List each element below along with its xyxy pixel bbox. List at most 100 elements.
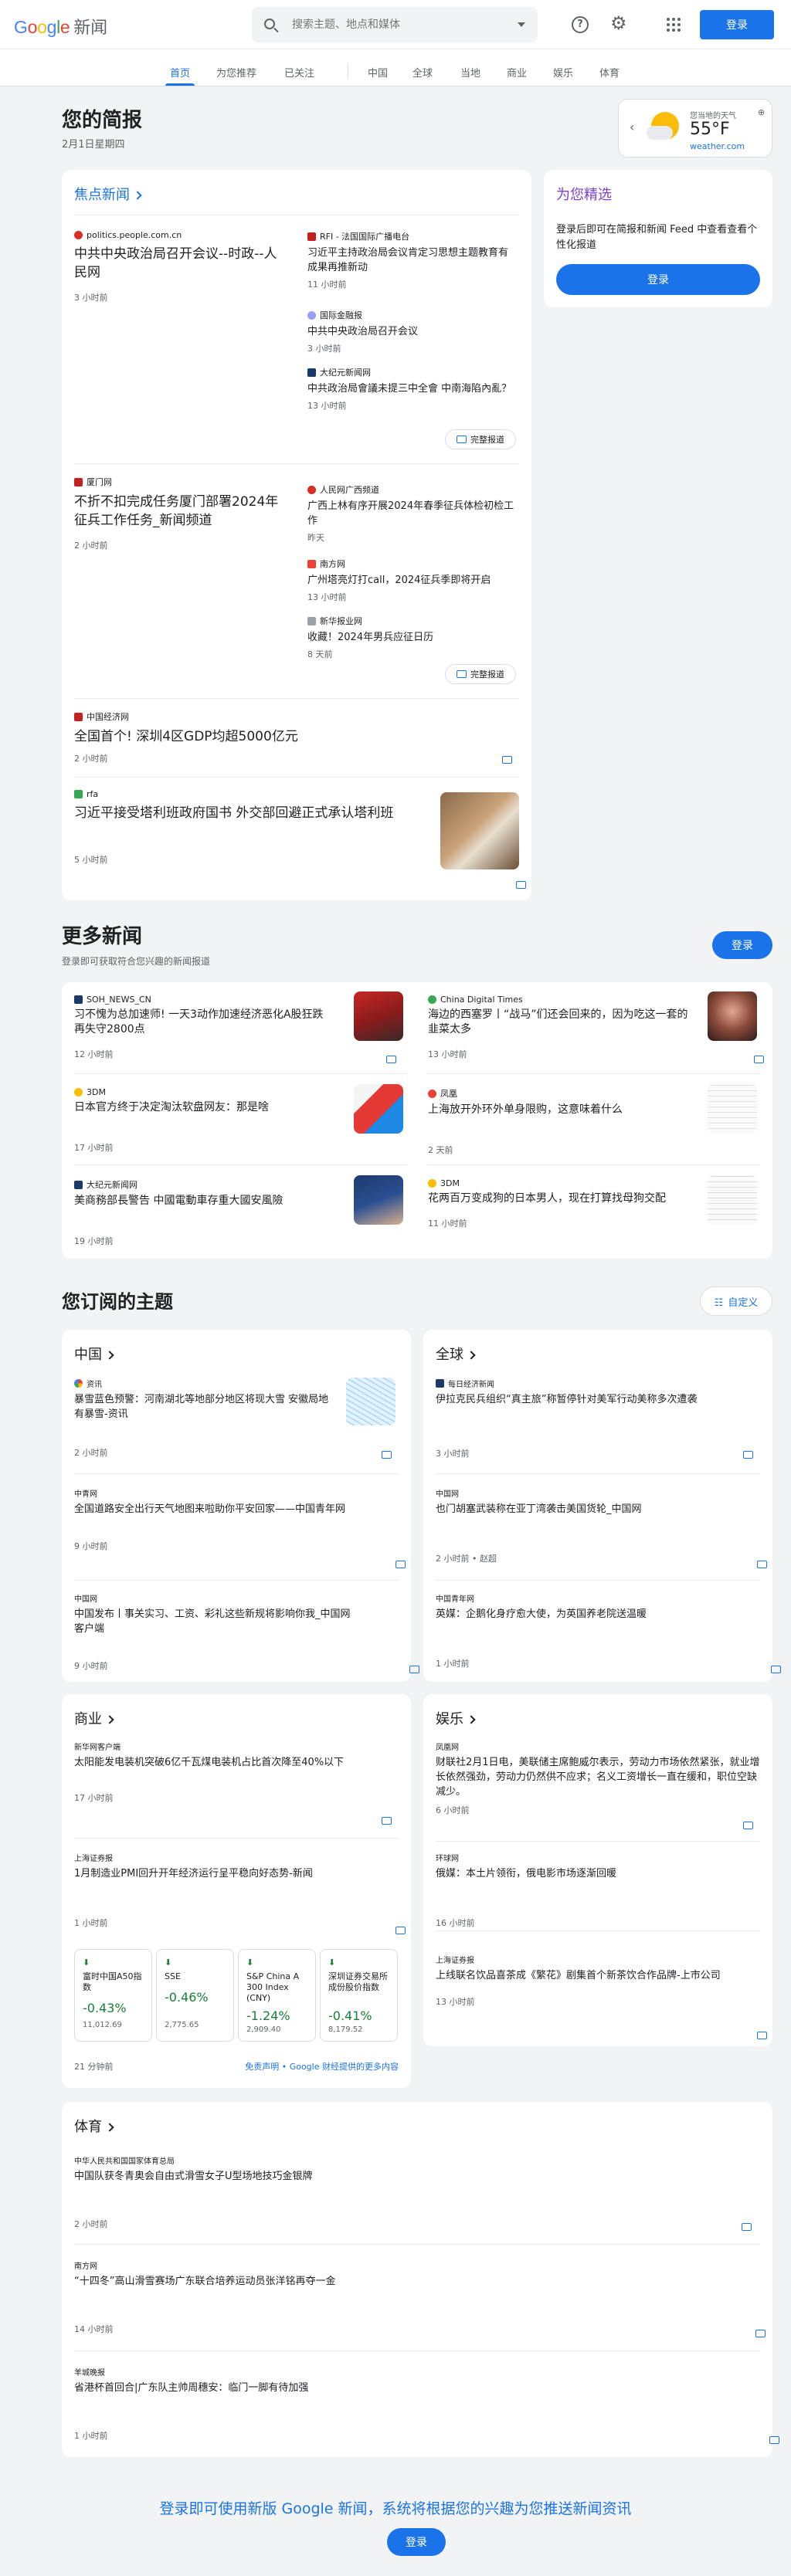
full-coverage-icon[interactable] [755,2330,766,2337]
story-main[interactable]: politics.people.com.cn 中共中央政治局召开会议--时政--… [74,230,283,303]
headline[interactable]: 暴雪蓝色预警：河南湖北等地部分地区将现大雪 安徽局地有暴雪-资讯 [74,1392,329,1422]
full-coverage-icon[interactable] [743,1451,753,1459]
tab-entertainment[interactable]: 娱乐 [553,65,573,80]
list-item[interactable]: 每日经济新闻 伊拉克民兵组织“真主旅”称暂停针对美军行动美称多次遭袭 3 小时前 [436,1378,760,1459]
full-coverage-icon[interactable] [409,1666,420,1673]
list-item[interactable]: 新华网客户端 太阳能发电装机突破6亿千瓦煤电装机占比首次降至40%以下 17 小… [74,1740,399,1804]
list-item[interactable]: 中国网 中国发布丨事关实习、工资、彩礼这些新规将影响你我_中国网客户端 9 小时… [74,1592,352,1672]
footer-login-button[interactable]: 登录 [387,2528,446,2556]
full-coverage-icon[interactable] [396,1561,406,1568]
list-item[interactable]: 中华人民共和国国家体育总局 中国队获冬青奥会自由式滑雪女子U型场地技巧金银牌 2… [74,2154,738,2230]
list-item[interactable]: 凤凰 上海放开外环外单身限购，这意味着什么 2 天前 [428,1087,691,1156]
full-coverage-icon[interactable] [386,1056,396,1063]
headline[interactable]: 习近平接受塔利班政府国书 外交部回避正式承认塔利班 [74,804,414,822]
list-item[interactable]: 环球网 俄媒：本土片领衔，俄电影市场逐渐回暖 16 小时前 [436,1852,760,1929]
gear-icon[interactable]: ⚙ [610,14,629,32]
topic-title[interactable]: 体育 [74,2116,114,2136]
headline[interactable]: 上线联名饮品喜茶成《繁花》剧集首个新茶饮合作品牌-上市公司 [436,1968,745,1983]
more-news-login-button[interactable]: 登录 [712,931,772,959]
full-coverage-icon[interactable] [742,2223,752,2231]
search-icon[interactable] [264,19,275,29]
stock-card[interactable]: ⬇ SSE -0.46% 2,775.65 [156,1949,234,2042]
headline[interactable]: 1月制造业PMI回升开年经济运行呈平稳向好态势-新闻 [74,1866,399,1881]
tab-home[interactable]: 首页 [170,65,190,80]
story-thumbnail[interactable] [346,1378,396,1425]
stock-card[interactable]: ⬇ 富时中国A50指数 -0.43% 11,012.69 [74,1949,152,2042]
full-coverage-icon[interactable] [757,2032,768,2039]
headline[interactable]: 全国首个! 深圳4区GDP均超5000亿元 [74,727,507,746]
topic-title[interactable]: 娱乐 [436,1708,476,1728]
weather-widget[interactable]: ‹ 您当地的天气 55°F weather.com ⊕ [618,99,772,158]
headline[interactable]: “十四冬”高山滑雪赛场广东联合培养运动员张洋铭再夺一金 [74,2274,738,2289]
list-item[interactable]: China Digital Times 海边的西塞罗丨“战马”们还会回来的，因为… [428,995,691,1060]
login-button[interactable]: 登录 [700,10,774,39]
headline[interactable]: 广西上林有序开展2024年春季征兵体检初检工作 [307,499,516,528]
tab-local[interactable]: 当地 [460,65,480,80]
weather-source-link[interactable]: weather.com [690,141,745,151]
headline[interactable]: 英媒：企鹅化身疗愈大使，为英国养老院送温暖 [436,1607,760,1622]
story-thumbnail[interactable] [354,1175,403,1225]
headline[interactable]: 美商務部長警告 中國電動車存重大國安風險 [74,1194,329,1208]
help-icon[interactable]: ? [572,16,589,33]
headline[interactable]: 不折不扣完成任务厦门部署2024年征兵工作任务_新闻频道 [74,493,283,530]
headline[interactable]: 也门胡塞武装称在亚丁湾袭击美国货轮_中国网 [436,1502,760,1517]
headline[interactable]: 习近平主持政治局会议肯定习思想主题教育有成果再推新动 [307,246,516,275]
picks-login-button[interactable]: 登录 [556,264,760,295]
full-coverage-icon[interactable] [382,1817,392,1825]
search-box[interactable] [252,7,538,42]
story-main[interactable]: 厦门网 不折不扣完成任务厦门部署2024年征兵工作任务_新闻频道 2 小时前 [74,476,283,551]
tab-sports[interactable]: 体育 [599,65,620,80]
customize-button[interactable]: ☷ 自定义 [700,1286,772,1316]
story-side[interactable]: 国际金融报 中共中央政治局召开会议 3 小时前 [307,309,516,354]
tab-business[interactable]: 商业 [507,65,527,80]
story-thumbnail[interactable] [354,991,403,1041]
headline[interactable]: 日本官方终于决定淘汰软盘网友：那是啥 [74,1100,329,1115]
search-input[interactable] [292,7,493,42]
headline[interactable]: 伊拉克民兵组织“真主旅”称暂停针对美军行动美称多次遭袭 [436,1392,760,1407]
chevron-down-icon[interactable] [518,22,525,27]
story-side[interactable]: 人民网广西频道 广西上林有序开展2024年春季征兵体检初检工作 昨天 [307,483,516,544]
headline[interactable]: 中国队获冬青奥会自由式滑雪女子U型场地技巧金银牌 [74,2169,738,2184]
full-coverage-icon[interactable] [771,1666,782,1673]
headline[interactable]: 中共中央政治局召开会议 [307,324,516,339]
google-news-logo[interactable]: Google 新闻 [14,14,107,39]
full-coverage-button[interactable]: 完整报道 [445,664,516,684]
story-side[interactable]: 南方网 广州塔亮灯打call，2024征兵季即将开启 13 小时前 [307,558,516,603]
list-item[interactable]: 凤凰网 财联社2月1日电，美联储主席鲍威尔表示，劳动力市场依然紧张，就业增长依然… [436,1740,760,1816]
story-single[interactable]: 中国经济网 全国首个! 深圳4区GDP均超5000亿元 2 小时前 [74,710,507,764]
topic-title[interactable]: 中国 [74,1344,114,1364]
headline[interactable]: 收藏！2024年男兵应征日历 [307,630,516,645]
info-icon[interactable]: ⊕ [758,107,765,117]
apps-grid-icon[interactable] [667,18,681,32]
full-coverage-icon[interactable] [769,2436,780,2444]
list-item[interactable]: 上海证券报 1月制造业PMI回升开年经济运行呈平稳向好态势-新闻 1 小时前 [74,1852,399,1929]
story-side[interactable]: RFI - 法国国际广播电台 习近平主持政治局会议肯定习思想主题教育有成果再推新… [307,230,516,290]
full-coverage-icon[interactable] [502,756,512,764]
tab-for-you[interactable]: 为您推荐 [216,65,256,80]
list-item[interactable]: 3DM 日本官方终于决定淘汰软盘网友：那是啥 17 小时前 [74,1087,329,1154]
list-item[interactable]: 3DM 花两百万变成狗的日本男人，现在打算找母狗交配 11 小时前 [428,1178,691,1229]
list-item[interactable]: 羊城晚报 省港杯首回合|广东队主帅周穗安：临门一脚有待加强 1 小时前 [74,2366,738,2442]
full-coverage-icon[interactable] [757,1561,768,1568]
headline[interactable]: 省港杯首回合|广东队主帅周穗安：临门一脚有待加强 [74,2381,738,2395]
headline[interactable]: 俄媒：本土片领衔，俄电影市场逐渐回暖 [436,1866,760,1881]
full-coverage-button[interactable]: 完整报道 [445,429,516,449]
story-thumbnail[interactable] [708,1084,757,1134]
headline[interactable]: 财联社2月1日电，美联储主席鲍威尔表示，劳动力市场依然紧张，就业增长依然强劲，劳… [436,1755,760,1799]
full-coverage-icon[interactable] [396,1927,406,1934]
list-item[interactable]: 中国网 也门胡塞武装称在亚丁湾袭击美国货轮_中国网 2 小时前 • 赵超 [436,1487,760,1564]
full-coverage-icon[interactable] [516,881,527,889]
story-thumbnail[interactable] [354,1084,403,1134]
top-stories-title[interactable]: 焦点新闻 [74,184,142,204]
disclaimer-link[interactable]: 免责声明 • Google 财经提供的更多内容 [245,2060,399,2073]
story-single[interactable]: rfa 习近平接受塔利班政府国书 外交部回避正式承认塔利班 5 小时前 [74,789,414,866]
headline[interactable]: 中共政治局會議未提三中全會 中南海陷內亂？ [307,381,516,396]
headline[interactable]: 海边的西塞罗丨“战马”们还会回来的，因为吃这一套的韭菜太多 [428,1008,691,1037]
story-thumbnail[interactable] [708,991,757,1041]
story-side[interactable]: 新华报业网 收藏！2024年男兵应征日历 8 天前 [307,615,516,660]
tab-china[interactable]: 中国 [368,65,388,80]
headline[interactable]: 习不愧为总加速师! 一天3动作加速经济恶化A股狂跌再失守2800点 [74,1008,329,1037]
list-item[interactable]: 中青网 全国道路安全出行天气地图来啦助你平安回家——中国青年网 9 小时前 [74,1487,399,1552]
stock-card[interactable]: ⬇ 深圳证券交易所成份股价指数 -0.41% 8,179.52 [320,1949,398,2042]
headline[interactable]: 花两百万变成狗的日本男人，现在打算找母狗交配 [428,1191,691,1206]
